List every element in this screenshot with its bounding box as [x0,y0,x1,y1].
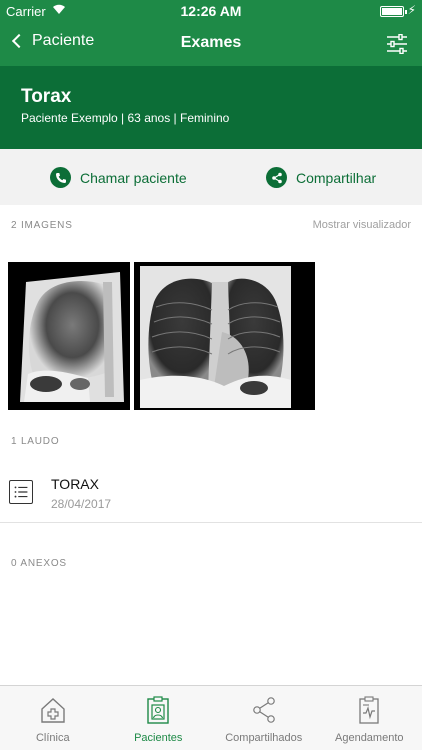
share-icon [266,167,287,188]
attachments-section-label: 0 ANEXOS [11,558,67,569]
exam-name: Torax [21,86,72,107]
exam-header: Torax Paciente Exemplo | 63 anos | Femin… [0,66,422,149]
clinic-icon [41,698,65,723]
tab-compartilhados[interactable]: Compartilhados [211,686,317,750]
share-icon [252,697,275,723]
reports-section-label: 1 LAUDO [11,436,60,447]
schedule-icon [359,696,379,724]
report-list-icon [9,480,33,504]
report-name: TORAX [51,476,99,492]
navigation-bar: Paciente Exames [0,22,422,66]
clock: 12:26 AM [180,3,242,19]
report-row[interactable]: TORAX 28/04/2017 [0,461,422,523]
tab-compartilhados-label: Compartilhados [225,732,303,744]
tab-clinica[interactable]: Clínica [0,686,106,750]
share-button[interactable]: Compartilhar [266,167,376,188]
xray-thumbnail-frontal[interactable] [134,262,315,410]
filter-settings-icon[interactable] [386,34,408,54]
xray-thumbnail-lateral[interactable] [8,262,130,410]
tab-pacientes[interactable]: Pacientes [106,686,212,750]
chevron-left-icon [11,33,27,49]
tab-agendamento-label: Agendamento [335,732,404,744]
back-label: Paciente [32,32,95,49]
report-date: 28/04/2017 [51,497,112,511]
share-label: Compartilhar [296,169,377,186]
patient-info: Paciente Exemplo | 63 anos | Feminino [21,111,230,125]
tab-agendamento[interactable]: Agendamento [317,686,422,750]
charging-icon: ⚡ [407,3,416,17]
back-button[interactable]: Paciente [10,32,94,50]
images-section-label: 2 IMAGENS [11,220,73,231]
battery-icon [380,6,407,17]
tab-bar: Clínica Pacientes Compartilhados Agendam… [0,685,422,750]
patients-icon [147,696,169,724]
phone-icon [50,167,71,188]
show-viewer-link[interactable]: Mostrar visualizador [313,219,411,231]
call-patient-label: Chamar paciente [80,169,187,186]
tab-clinica-label: Clínica [35,732,70,744]
action-bar: Chamar paciente Compartilhar [0,149,422,205]
status-bar: Carrier 12:26 AM ⚡ [0,0,422,22]
call-patient-button[interactable]: Chamar paciente [50,167,187,188]
tab-pacientes-label: Pacientes [134,732,183,744]
